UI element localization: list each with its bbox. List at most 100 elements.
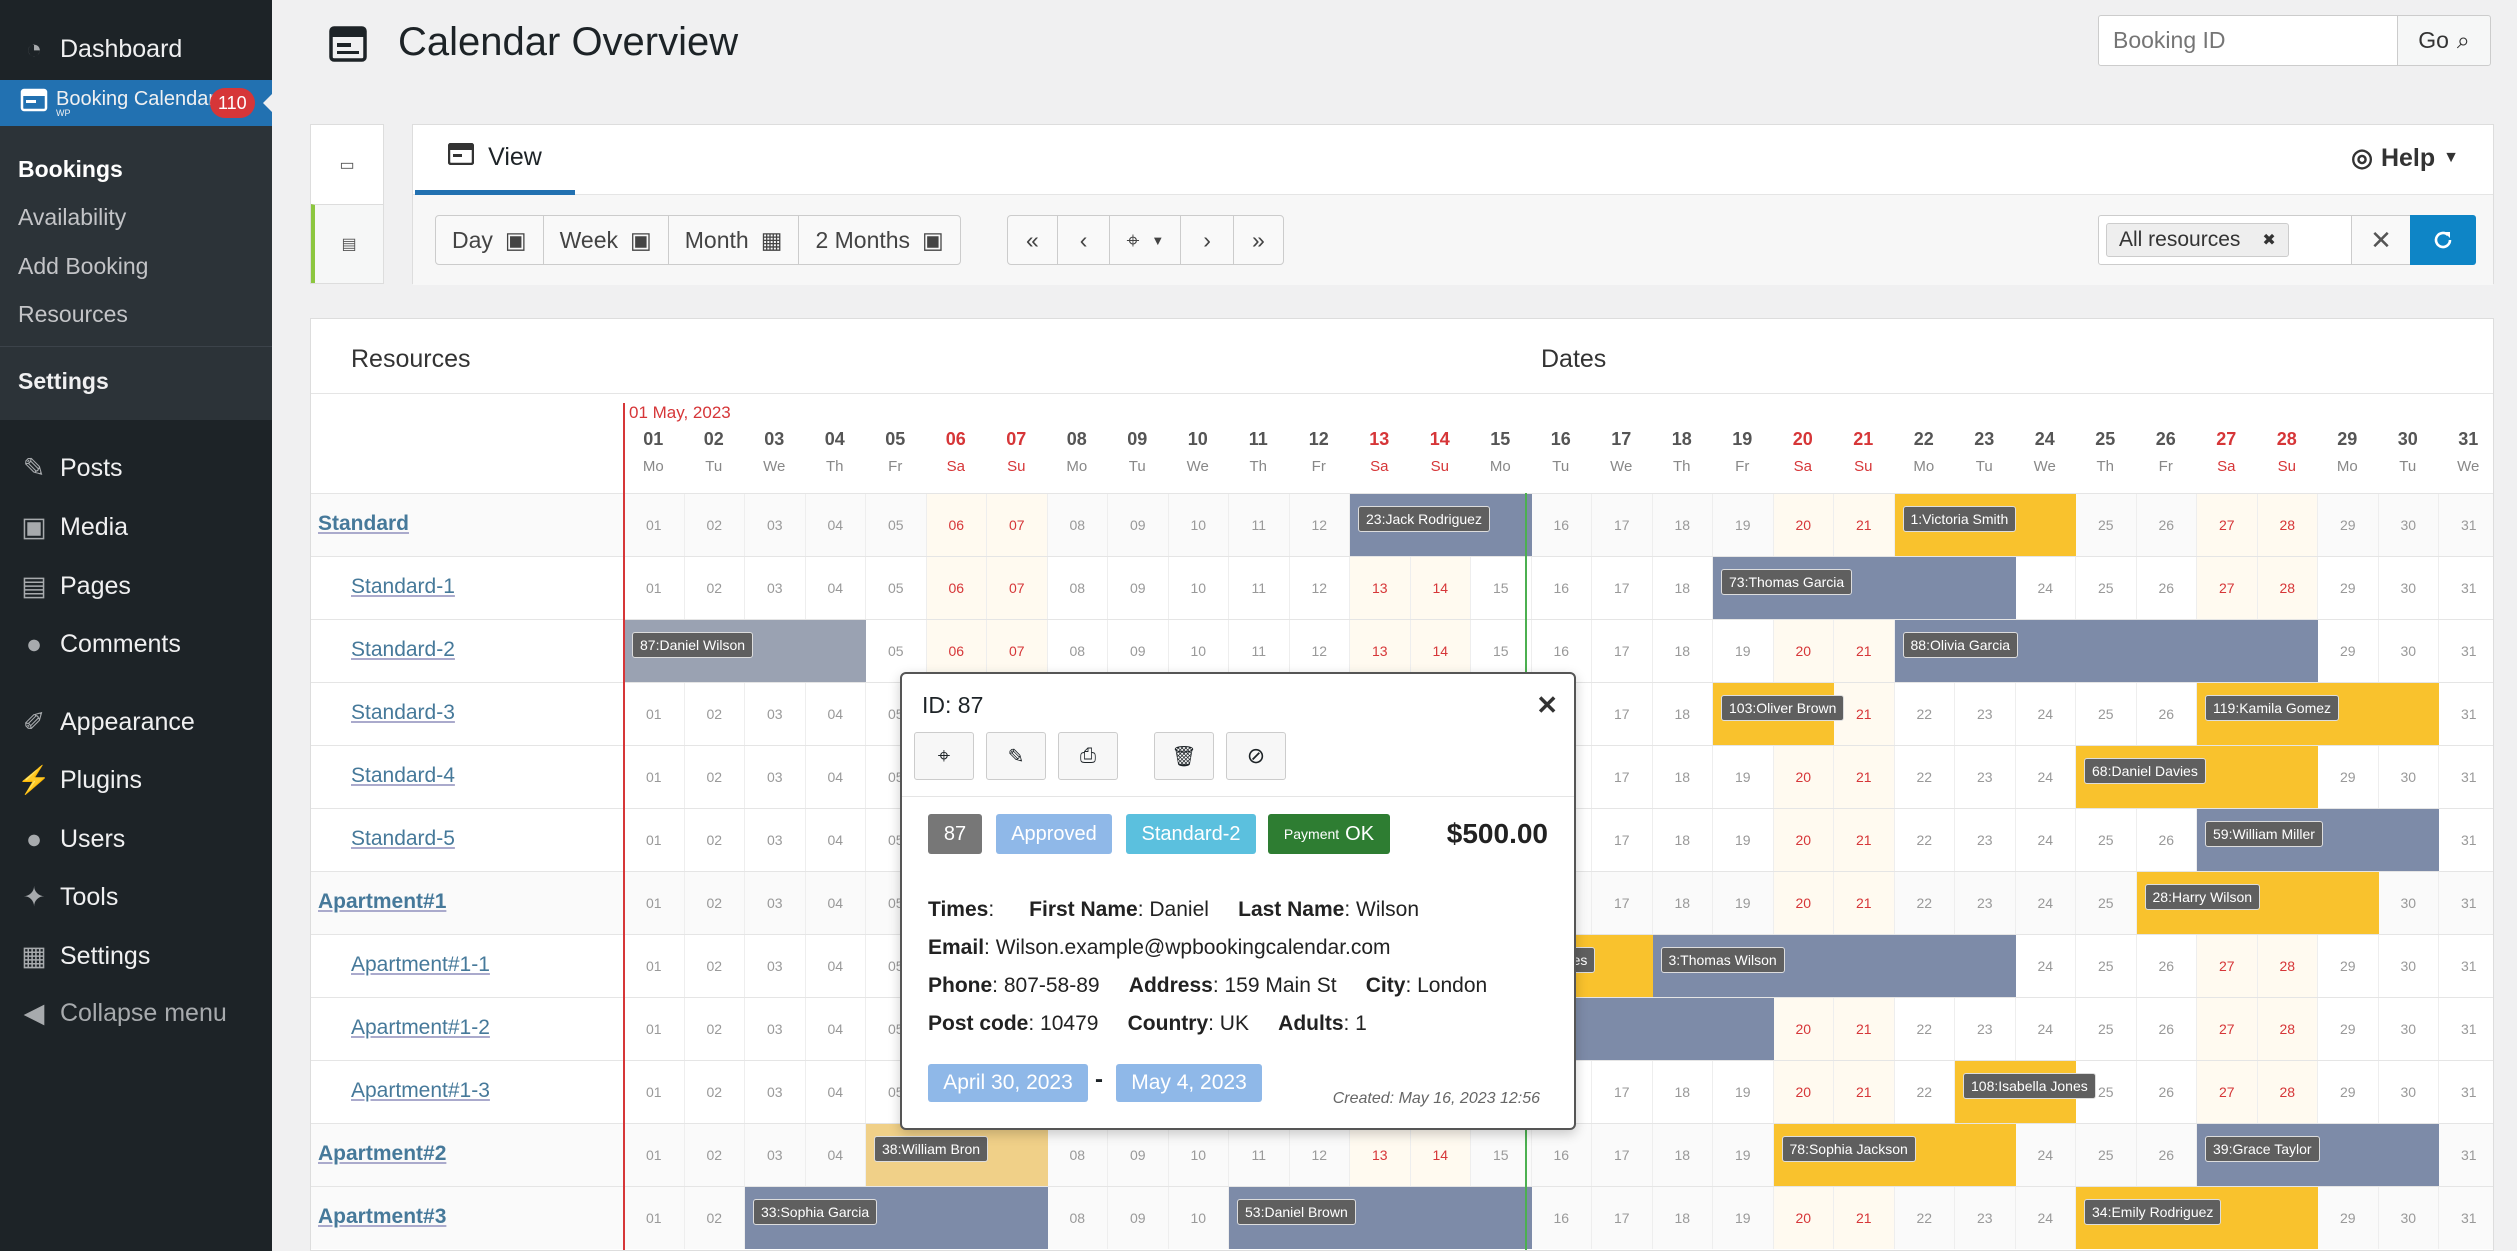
booking-bar[interactable]: 108:Isabella Jones [1955,1061,2096,1123]
day-cell[interactable]: 26 [2135,998,2197,1060]
resource-name-link[interactable]: Apartment#1-3 [351,1079,490,1103]
resource-name-link[interactable]: Standard-2 [351,638,455,662]
menu-posts[interactable]: ✎ Posts [0,440,272,496]
day-cell[interactable]: 17 [1591,494,1652,556]
booking-bar[interactable]: 119:Kamila Gomez [2197,683,2439,745]
day-cell[interactable]: 21 [1833,809,1894,871]
day-cell[interactable]: 29 [2317,557,2378,619]
day-cell[interactable]: 22 [1893,809,1955,871]
prev-button[interactable]: ‹ [1058,216,1111,264]
day-cell[interactable]: 04 [804,494,866,556]
day-cell[interactable]: 29 [2317,620,2378,682]
next-button[interactable]: › [1181,216,1234,264]
day-cell[interactable]: 01 [623,746,684,808]
day-cell[interactable]: 03 [744,1124,805,1186]
day-cell[interactable]: 30 [2377,1061,2439,1123]
day-cell[interactable]: 31 [2438,746,2493,808]
day-cell[interactable]: 21 [1833,746,1894,808]
resource-name-link[interactable]: Apartment#1 [318,890,446,914]
day-cell[interactable]: 24 [2014,998,2076,1060]
day-cell[interactable]: 19 [1712,1187,1773,1249]
submenu-availability[interactable]: Availability [18,204,126,231]
day-cell[interactable]: 20 [1772,746,1833,808]
day-cell[interactable]: 27 [2196,557,2257,619]
day-cell[interactable]: 08 [1046,557,1108,619]
day-cell[interactable]: 25 [2075,809,2136,871]
delete-button[interactable]: 🗑 [1154,732,1214,780]
day-cell[interactable]: 20 [1772,872,1833,934]
day-cell[interactable]: 18 [1651,1061,1713,1123]
day-cell[interactable]: 03 [744,746,805,808]
day-cell[interactable]: 19 [1712,809,1773,871]
day-cell[interactable]: 01 [623,998,684,1060]
day-cell[interactable]: 30 [2377,746,2439,808]
day-cell[interactable]: 04 [804,746,866,808]
booking-label[interactable]: 68:Daniel Davies [2084,758,2206,784]
resource-name-link[interactable]: Apartment#3 [318,1205,446,1229]
resource-filter[interactable]: All resources ✖ [2098,215,2352,265]
day-cell[interactable]: 25 [2075,872,2136,934]
day-cell[interactable]: 31 [2438,809,2493,871]
submenu-resources[interactable]: Resources [18,301,128,328]
day-cell[interactable]: 17 [1591,809,1652,871]
day-cell[interactable]: 18 [1651,1124,1713,1186]
day-cell[interactable]: 03 [744,557,805,619]
day-cell[interactable]: 16 [1530,494,1592,556]
menu-appearance[interactable]: ✐ Appearance [0,694,272,750]
booking-bar[interactable]: 34:Emily Rodriguez [2076,1187,2318,1249]
day-cell[interactable]: 08 [1046,1187,1108,1249]
day-cell[interactable]: 27 [2196,935,2257,997]
booking-label[interactable]: 3:Thomas Wilson [1660,947,1785,973]
day-cell[interactable]: 15 [1470,557,1531,619]
booking-label[interactable]: 23:Jack Rodriguez [1358,506,1490,532]
day-cell[interactable]: 09 [1107,1124,1168,1186]
day-cell[interactable]: 15 [1470,1124,1531,1186]
day-cell[interactable]: 21 [1833,1187,1894,1249]
day-cell[interactable]: 28 [2256,935,2317,997]
day-cell[interactable]: 31 [2438,872,2493,934]
day-cell[interactable]: 01 [623,872,684,934]
menu-settings[interactable]: ▦ Settings [0,928,272,984]
day-cell[interactable]: 17 [1591,620,1652,682]
day-cell[interactable]: 04 [804,809,866,871]
day-cell[interactable]: 28 [2256,998,2317,1060]
day-cell[interactable]: 23 [1954,746,2015,808]
day-cell[interactable]: 09 [1107,1187,1168,1249]
day-cell[interactable]: 18 [1651,1187,1713,1249]
day-cell[interactable]: 02 [683,1124,745,1186]
day-cell[interactable]: 20 [1772,494,1833,556]
day-cell[interactable]: 22 [1893,872,1955,934]
day-cell[interactable]: 14 [1409,557,1470,619]
tab-list-view[interactable]: ▭ [311,125,383,204]
day-cell[interactable]: 28 [2256,1061,2317,1123]
today-button[interactable]: ⌖ ▼ [1110,216,1182,264]
day-cell[interactable]: 29 [2317,746,2378,808]
booking-bar[interactable]: 88:Olivia Garcia [1894,620,2318,682]
booking-bar[interactable]: 78:Sophia Jackson [1773,1124,2016,1186]
day-cell[interactable]: 26 [2135,683,2197,745]
day-cell[interactable]: 18 [1651,620,1713,682]
day-cell[interactable]: 24 [2014,872,2076,934]
day-cell[interactable]: 26 [2135,1061,2197,1123]
resource-name-link[interactable]: Standard-4 [351,764,455,788]
day-cell[interactable]: 27 [2196,998,2257,1060]
day-cell[interactable]: 24 [2014,557,2076,619]
day-cell[interactable]: 26 [2135,935,2197,997]
day-cell[interactable]: 30 [2377,998,2439,1060]
day-cell[interactable]: 10 [1167,1187,1229,1249]
day-cell[interactable]: 10 [1167,494,1229,556]
menu-comments[interactable]: ● Comments [0,616,272,672]
clear-filter-button[interactable]: ✕ [2351,215,2411,265]
booking-bar[interactable]: 38:William Bron [866,1124,1048,1186]
day-cell[interactable]: 27 [2196,494,2257,556]
booking-label[interactable]: 119:Kamila Gomez [2205,695,2340,721]
day-cell[interactable]: 18 [1651,746,1713,808]
day-cell[interactable]: 26 [2135,1124,2197,1186]
day-cell[interactable]: 03 [744,872,805,934]
day-cell[interactable]: 03 [744,494,805,556]
day-cell[interactable]: 03 [744,809,805,871]
view-week-button[interactable]: Week ▣ [544,216,669,264]
day-cell[interactable]: 24 [2014,1124,2076,1186]
day-cell[interactable]: 01 [623,557,684,619]
day-cell[interactable]: 21 [1833,998,1894,1060]
